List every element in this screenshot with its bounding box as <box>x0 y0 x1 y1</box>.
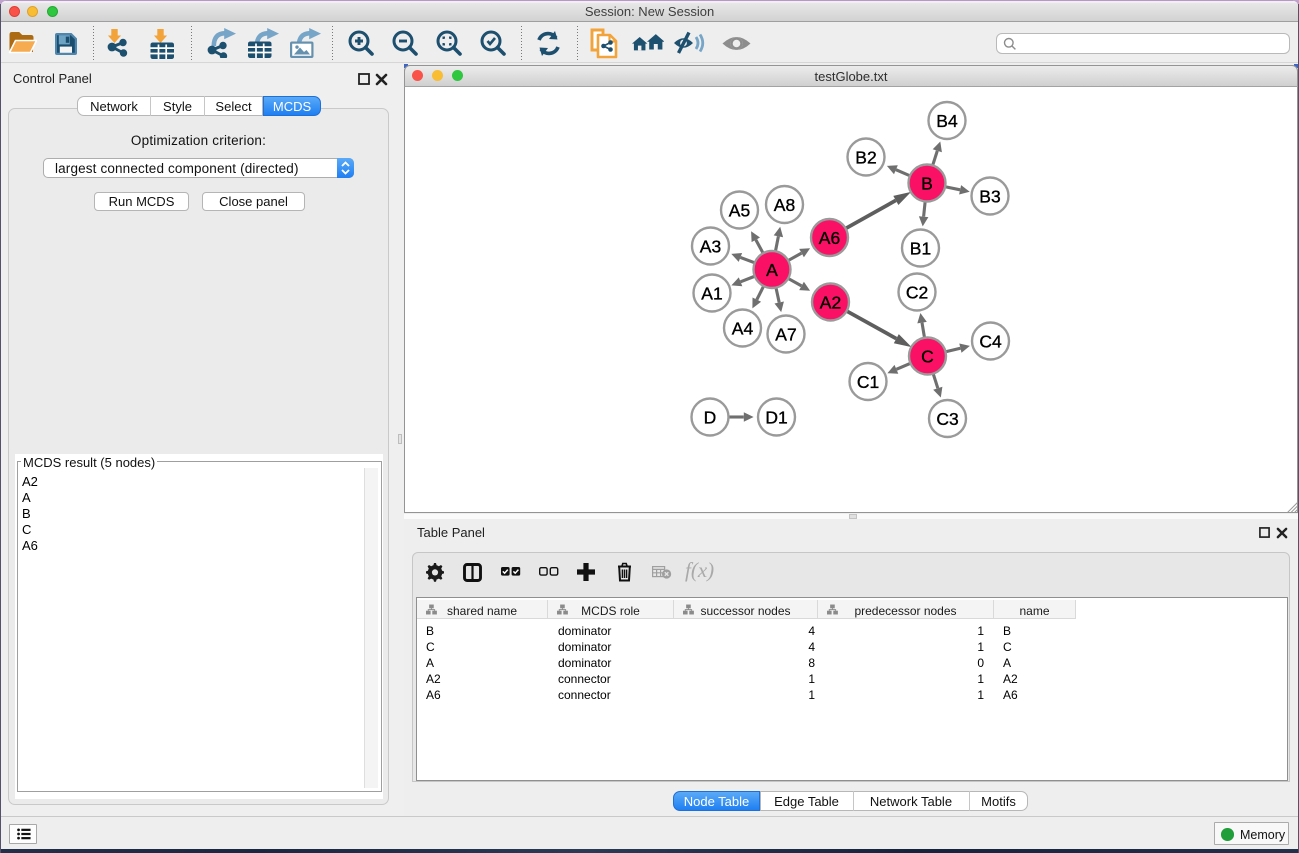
svg-text:A2: A2 <box>820 293 841 313</box>
svg-text:A7: A7 <box>775 325 796 345</box>
svg-text:B: B <box>921 174 933 194</box>
svg-text:B4: B4 <box>936 111 958 131</box>
svg-text:B1: B1 <box>910 239 931 259</box>
svg-text:A3: A3 <box>700 237 721 257</box>
svg-text:A1: A1 <box>701 284 722 304</box>
svg-text:D1: D1 <box>765 408 787 428</box>
svg-text:A8: A8 <box>774 195 795 215</box>
svg-text:A5: A5 <box>729 201 750 221</box>
svg-text:B3: B3 <box>979 187 1000 207</box>
svg-text:D: D <box>704 408 717 428</box>
svg-text:A: A <box>766 260 778 280</box>
svg-text:B2: B2 <box>855 148 876 168</box>
svg-text:A4: A4 <box>732 319 754 339</box>
svg-text:C4: C4 <box>979 332 1002 352</box>
svg-text:C2: C2 <box>906 283 928 303</box>
svg-text:A6: A6 <box>819 228 840 248</box>
svg-text:C1: C1 <box>857 372 879 392</box>
svg-text:C: C <box>921 347 934 367</box>
svg-text:C3: C3 <box>936 409 958 429</box>
